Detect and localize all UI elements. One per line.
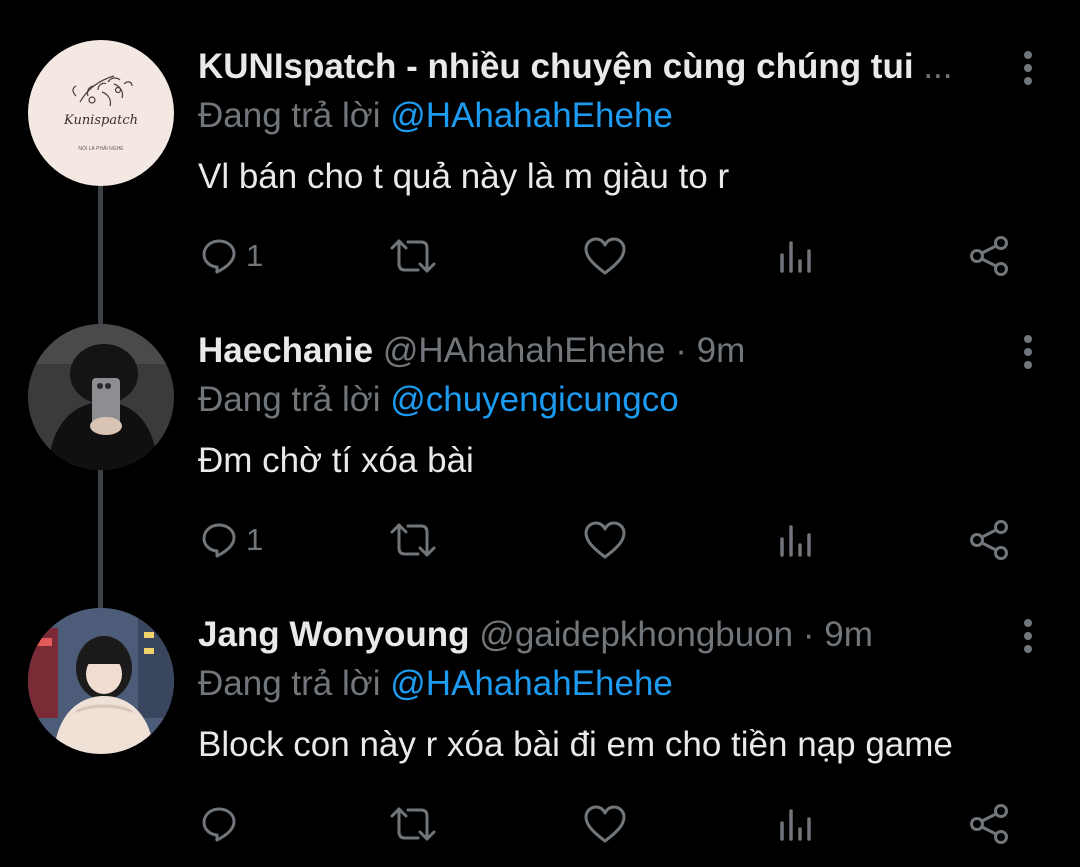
tweet-header: Haechanie @HAhahahEhehe · 9m: [198, 330, 980, 372]
like-button[interactable]: [583, 517, 627, 563]
tweet-text: Vl bán cho t quả này là m giàu to r: [198, 157, 730, 196]
share-icon: [970, 804, 1008, 844]
replying-to-label: Đang trả lời: [198, 96, 381, 135]
action-bar: 1: [0, 233, 1080, 279]
retweet-icon: [390, 523, 436, 557]
mention-link[interactable]: @HAhahahEhehe: [390, 96, 673, 135]
kunispatch-logo: Kunispatch NÓI LÀ PHẢI NGHE: [63, 75, 138, 152]
avatar-jang-wonyoung[interactable]: [28, 608, 174, 754]
reply-button[interactable]: 1: [200, 233, 263, 279]
reply-button[interactable]: [200, 801, 246, 847]
action-bar: 1: [0, 517, 1080, 563]
display-name[interactable]: KUNIspatch - nhiều chuyện cùng chúng tui: [198, 47, 914, 86]
user-handle[interactable]: @gaidepkhongbuon: [479, 615, 793, 654]
logo-tagline: NÓI LÀ PHẢI NGHE: [78, 145, 124, 152]
thread-connector: [98, 284, 103, 324]
meta-separator: ·: [802, 615, 815, 654]
share-button[interactable]: [968, 233, 1010, 279]
tweet-header: Jang Wonyoung @gaidepkhongbuon · 9m: [198, 614, 980, 656]
retweet-button[interactable]: [388, 801, 438, 847]
retweet-button[interactable]: [388, 517, 438, 563]
analytics-icon: [780, 809, 811, 841]
replying-to: Đang trả lời @HAhahahEhehe: [198, 95, 673, 137]
reply-button[interactable]: 1: [200, 517, 263, 563]
timestamp[interactable]: 9m: [697, 331, 746, 370]
truncation-ellipsis: ...: [923, 47, 953, 86]
analytics-icon: [780, 525, 811, 557]
share-button[interactable]: [968, 801, 1010, 847]
meta-separator: ·: [675, 331, 687, 370]
reply-icon: [202, 523, 236, 558]
reply-count: 1: [246, 238, 264, 273]
mention-link[interactable]: @HAhahahEhehe: [390, 664, 673, 703]
mention-link[interactable]: @chuyengicungco: [390, 380, 679, 419]
views-button[interactable]: [777, 233, 815, 279]
views-button[interactable]: [777, 801, 815, 847]
views-button[interactable]: [777, 517, 815, 563]
replying-to: Đang trả lời @chuyengicungco: [198, 379, 679, 421]
avatar-haechanie[interactable]: [28, 324, 174, 470]
like-button[interactable]: [583, 801, 627, 847]
avatar-photo: [28, 324, 174, 470]
tweet-2[interactable]: Haechanie @HAhahahEhehe · 9m Đang trả lờ…: [0, 284, 1080, 568]
tweet-text: Block con này r xóa bài đi em cho tiền n…: [198, 725, 953, 764]
heart-icon: [584, 805, 626, 843]
retweet-icon: [390, 807, 436, 841]
action-bar: [0, 801, 1080, 847]
replying-to-label: Đang trả lời: [198, 380, 381, 419]
reply-icon: [202, 239, 236, 274]
like-button[interactable]: [583, 233, 627, 279]
analytics-icon: [780, 241, 811, 273]
retweet-button[interactable]: [388, 233, 438, 279]
reply-thread: Kunispatch NÓI LÀ PHẢI NGHE KUNIspatch -…: [0, 0, 1080, 867]
share-icon: [970, 236, 1008, 276]
reply-icon: [202, 807, 236, 842]
logo-script: Kunispatch: [63, 113, 138, 128]
share-button[interactable]: [968, 517, 1010, 563]
tweet-header: KUNIspatch - nhiều chuyện cùng chúng tui…: [198, 46, 980, 88]
tweet-text: Đm chờ tí xóa bài: [198, 441, 474, 480]
user-handle[interactable]: @HAhahahEhehe: [383, 331, 666, 370]
heart-icon: [584, 521, 626, 559]
tweet-3[interactable]: Jang Wonyoung @gaidepkhongbuon · 9m Đang…: [0, 568, 1080, 852]
reply-count: 1: [246, 522, 264, 557]
share-icon: [970, 520, 1008, 560]
thread-connector: [98, 568, 103, 608]
retweet-icon: [390, 239, 436, 273]
more-vertical-icon[interactable]: [1021, 618, 1035, 654]
more-vertical-icon[interactable]: [1021, 334, 1035, 370]
tweet-1[interactable]: Kunispatch NÓI LÀ PHẢI NGHE KUNIspatch -…: [0, 0, 1080, 284]
replying-to: Đang trả lời @HAhahahEhehe: [198, 663, 673, 705]
more-vertical-icon[interactable]: [1021, 50, 1035, 86]
heart-icon: [584, 237, 626, 275]
avatar-photo: [28, 608, 174, 754]
display-name[interactable]: Haechanie: [198, 331, 373, 370]
replying-to-label: Đang trả lời: [198, 664, 381, 703]
timestamp[interactable]: 9m: [824, 615, 873, 654]
display-name[interactable]: Jang Wonyoung: [198, 615, 470, 654]
avatar-kunispatch[interactable]: Kunispatch NÓI LÀ PHẢI NGHE: [28, 40, 174, 186]
